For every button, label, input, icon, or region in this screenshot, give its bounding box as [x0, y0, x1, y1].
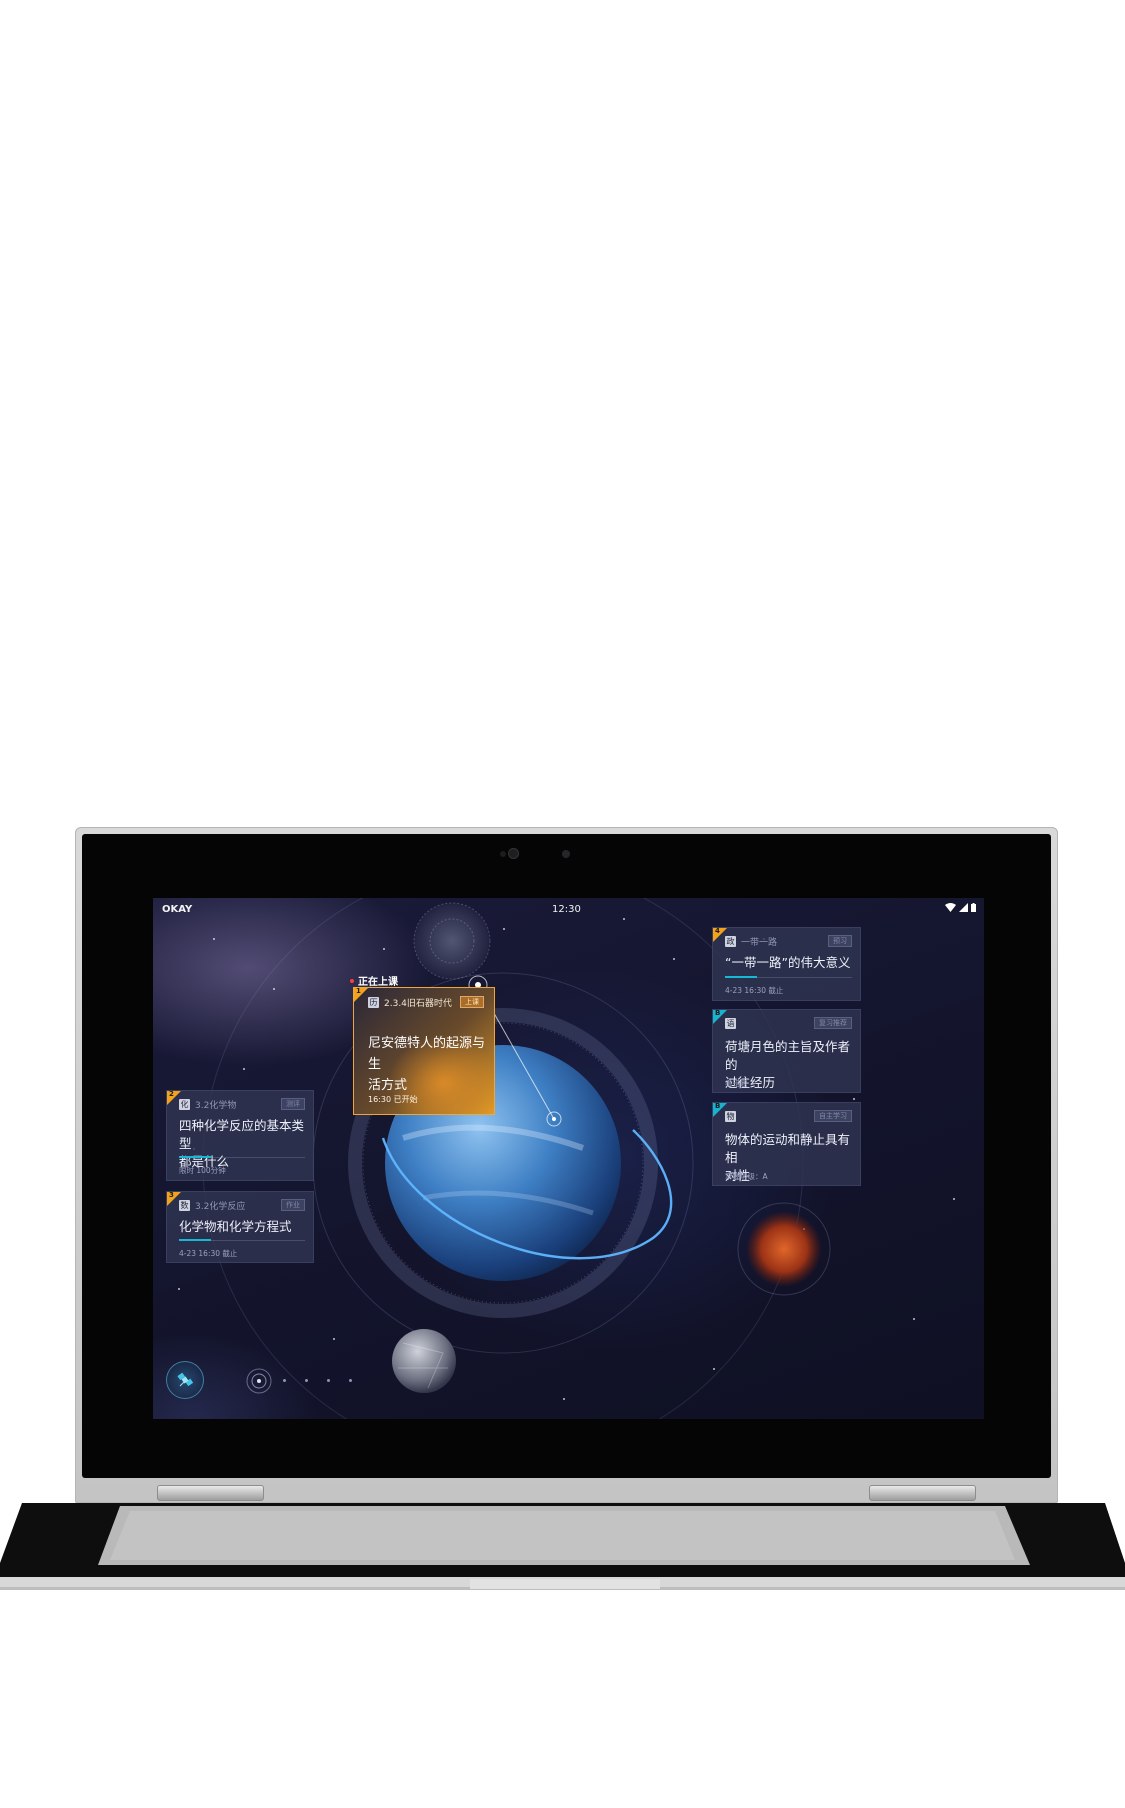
live-indicator-icon: [350, 978, 354, 983]
progress-fill: [179, 1156, 211, 1158]
clock: 12:30: [552, 904, 581, 915]
current-class-card[interactable]: 1 历 2.3.4旧石器时代 上课 尼安德特人的起源与生 活方式 16:30 已…: [353, 987, 495, 1115]
task-card-belt-and-road[interactable]: 4 政 一带一路 预习 “一带一路”的伟大意义 4-23 16:30 截止: [712, 927, 861, 1001]
card-meta: 掌握层级：A: [725, 1172, 768, 1181]
card-number: B: [715, 1009, 721, 1017]
card-title-line1: 化学物和化学方程式: [179, 1219, 292, 1234]
signal-icon: [959, 903, 968, 912]
task-card-lotus-moonlight[interactable]: B 语 复习推荐 荷塘月色的主旨及作者的 过往经历 看错题: [712, 1009, 861, 1093]
tablet-screen: OKAY 12:30 正在上课 1 历 2.3.4旧石器时代 上课 尼安德特人的…: [153, 898, 984, 1419]
card-title-line1: 物体的运动和静止具有相: [725, 1132, 851, 1165]
progress-bar: [179, 1156, 305, 1158]
card-header: 政 一带一路 预习: [725, 934, 852, 948]
card-title-line2: 活方式: [368, 1078, 408, 1093]
page-dot: [305, 1379, 308, 1382]
subject-badge: 数: [179, 1199, 190, 1211]
progress-fill: [725, 976, 757, 978]
page-dot: [327, 1379, 330, 1382]
card-title-line1: 尼安德特人的起源与生: [368, 1036, 486, 1072]
locate-target-icon[interactable]: [246, 1368, 272, 1394]
card-header: 语 复习推荐: [725, 1016, 852, 1030]
subject-badge: 物: [725, 1110, 736, 1122]
lesson-name: 2.3.4旧石器时代: [384, 998, 452, 1009]
right-hinge: [869, 1485, 976, 1501]
page-dots: [283, 1379, 352, 1382]
card-title: 四种化学反应的基本类型 都是什么: [179, 1117, 305, 1171]
wifi-icon: [945, 903, 956, 912]
card-meta: 4-23 16:30 截止: [725, 986, 784, 995]
card-number: 2: [169, 1090, 174, 1098]
battery-icon: [971, 903, 976, 912]
now-in-class-text: 正在上课: [358, 977, 398, 988]
lesson-name: 3.2化学物: [195, 1100, 237, 1111]
subject-badge: 历: [368, 996, 379, 1008]
lesson-name: 一带一路: [741, 937, 778, 948]
camera-sensor-icon: [500, 851, 506, 857]
camera-icon: [508, 848, 519, 859]
card-tag: 复习推荐: [814, 1017, 852, 1029]
card-number: 1: [356, 987, 361, 995]
card-header: 数 3.2化学反应 作业: [179, 1198, 305, 1212]
left-hinge: [157, 1485, 264, 1501]
card-title: “一带一路”的伟大意义: [725, 954, 852, 972]
card-meta: 16:30 已开始: [368, 1095, 418, 1104]
page-dot: [349, 1379, 352, 1382]
card-meta: 4-23 16:30 截止: [179, 1249, 238, 1258]
keyboard-deck: [0, 1503, 1125, 1590]
subject-badge: 化: [179, 1098, 190, 1110]
card-number: 3: [169, 1191, 174, 1199]
progress-bar: [179, 1239, 305, 1241]
card-header: 物 自主学习: [725, 1109, 852, 1123]
task-card-chemistry-quiz[interactable]: 2 化 3.2化学物 测评 四种化学反应的基本类型 都是什么 限时 100分钟: [166, 1090, 314, 1181]
card-title-line1: “一带一路”的伟大意义: [725, 955, 851, 970]
light-sensor-icon: [562, 850, 570, 858]
card-title-line1: 四种化学反应的基本类型: [179, 1118, 305, 1151]
page-dot: [283, 1379, 286, 1382]
brand-label: OKAY: [162, 904, 193, 915]
card-header: 历 2.3.4旧石器时代 上课: [368, 995, 484, 1009]
status-bar: OKAY 12:30: [153, 898, 984, 920]
card-tag: 作业: [281, 1199, 305, 1211]
satellite-button[interactable]: [166, 1361, 204, 1399]
task-card-motion-physics[interactable]: B 物 自主学习 物体的运动和静止具有相 对性 掌握层级：A: [712, 1102, 861, 1186]
subject-badge: 政: [725, 935, 736, 947]
card-meta: 看错题: [725, 1079, 748, 1088]
card-meta: 限时 100分钟: [179, 1166, 226, 1175]
status-icons: [945, 903, 976, 912]
card-title: 化学物和化学方程式: [179, 1218, 305, 1236]
card-tag: 测评: [281, 1098, 305, 1110]
now-in-class-label: 正在上课: [350, 973, 398, 988]
progress-bar: [725, 976, 852, 978]
card-header: 化 3.2化学物 测评: [179, 1097, 305, 1111]
card-number: B: [715, 1102, 721, 1110]
laptop-base: [0, 1503, 1125, 1598]
card-tag: 预习: [828, 935, 852, 947]
task-card-chemistry-homework[interactable]: 3 数 3.2化学反应 作业 化学物和化学方程式 4-23 16:30 截止: [166, 1191, 314, 1263]
card-number: 4: [715, 927, 720, 935]
subject-badge: 语: [725, 1017, 736, 1029]
progress-fill: [179, 1239, 211, 1241]
card-tag: 自主学习: [814, 1110, 852, 1122]
satellite-icon: [177, 1372, 194, 1387]
card-title: 尼安德特人的起源与生 活方式: [368, 1033, 486, 1096]
card-tag: 上课: [460, 996, 484, 1008]
lesson-name: 3.2化学反应: [195, 1201, 246, 1212]
card-title-line1: 荷塘月色的主旨及作者的: [725, 1039, 851, 1072]
